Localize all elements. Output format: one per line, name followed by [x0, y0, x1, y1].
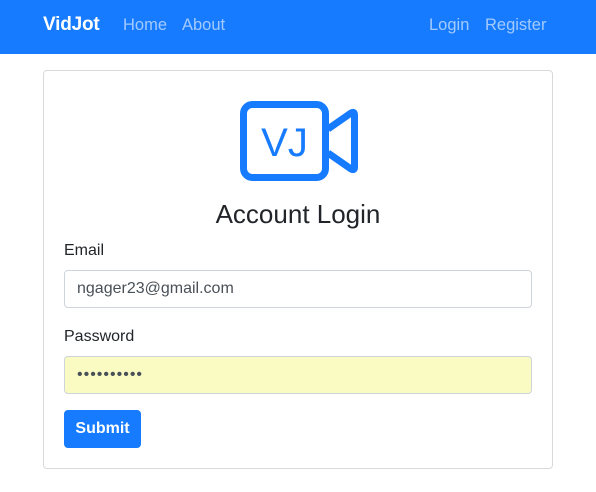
email-label: Email: [64, 242, 105, 259]
password-label: Password: [64, 328, 135, 345]
logo-text: VJ: [261, 121, 308, 165]
video-camera-icon: VJ: [240, 101, 358, 181]
navbar: VidJot Home About Login Register: [0, 0, 596, 54]
navbar-brand[interactable]: VidJot: [43, 14, 100, 36]
nav-link-about[interactable]: About: [182, 16, 225, 35]
nav-link-home[interactable]: Home: [123, 16, 167, 35]
email-field[interactable]: [64, 270, 532, 308]
page-title: Account Login: [215, 199, 381, 229]
password-field[interactable]: [64, 356, 532, 394]
nav-link-register[interactable]: Register: [485, 16, 546, 35]
submit-button[interactable]: Submit: [64, 410, 141, 448]
nav-link-login[interactable]: Login: [429, 16, 469, 35]
